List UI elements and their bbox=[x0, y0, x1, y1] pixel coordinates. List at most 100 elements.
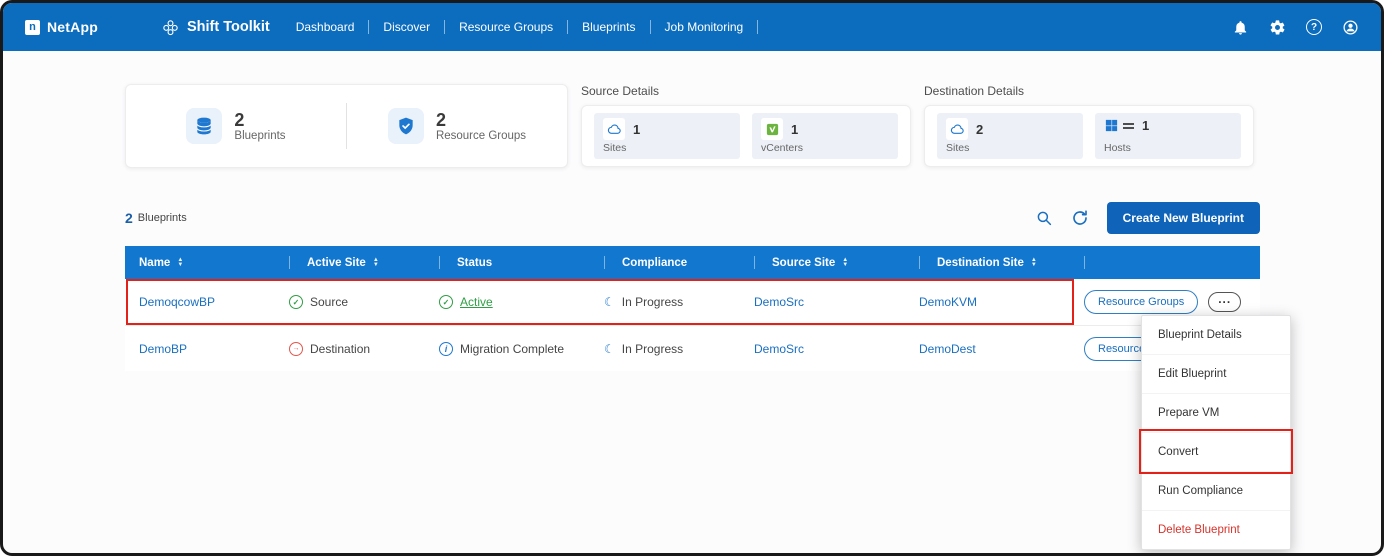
summary-row: 2 Blueprints 2 Resource Groups bbox=[125, 84, 1260, 168]
app-title-text: Shift Toolkit bbox=[187, 19, 270, 35]
app-window: n NetApp Shift Toolkit Dashboard Discove… bbox=[0, 0, 1384, 556]
row-actions-ellipsis-button[interactable]: ... bbox=[1208, 292, 1241, 312]
column-label: Destination Site bbox=[937, 257, 1024, 269]
source-site-link[interactable]: DemoSrc bbox=[754, 342, 804, 356]
cloud-icon bbox=[603, 118, 625, 140]
row-context-menu: Blueprint Details Edit Blueprint Prepare… bbox=[1141, 315, 1291, 550]
resource-groups-label: Resource Groups bbox=[436, 130, 526, 142]
hyperv-text-mark bbox=[1123, 123, 1134, 129]
destination-circle-icon: → bbox=[289, 342, 303, 356]
netapp-logo-icon: n bbox=[25, 20, 40, 35]
destination-site-link[interactable]: DemoDest bbox=[919, 342, 976, 356]
source-vcenters-count: 1 bbox=[791, 122, 798, 137]
source-vcenters-tile: 1 vCenters bbox=[752, 113, 898, 159]
menu-item-blueprint-details[interactable]: Blueprint Details bbox=[1142, 316, 1290, 354]
compliance-value: In Progress bbox=[622, 295, 683, 309]
column-label: Source Site bbox=[772, 257, 835, 269]
column-header-source-site[interactable]: Source Site ▲▼ bbox=[740, 256, 905, 269]
in-progress-icon: ☾ bbox=[604, 295, 615, 309]
active-site-value: Destination bbox=[310, 342, 370, 356]
blueprints-table: Name ▲▼ Active Site ▲▼ Status Compliance bbox=[125, 246, 1260, 371]
bell-icon[interactable] bbox=[1232, 19, 1249, 36]
column-label: Name bbox=[139, 257, 170, 269]
cloud-icon bbox=[946, 118, 968, 140]
source-details-title: Source Details bbox=[581, 84, 911, 98]
account-icon[interactable] bbox=[1342, 19, 1359, 36]
menu-item-edit-blueprint[interactable]: Edit Blueprint bbox=[1142, 354, 1290, 393]
blueprints-count: 2 bbox=[234, 110, 285, 131]
blueprint-name-link[interactable]: DemoBP bbox=[139, 342, 187, 356]
check-circle-icon: ✓ bbox=[439, 295, 453, 309]
destination-details-title: Destination Details bbox=[924, 84, 1254, 98]
table-header: Name ▲▼ Active Site ▲▼ Status Compliance bbox=[125, 246, 1260, 279]
blueprints-stat-icon bbox=[186, 108, 222, 144]
compliance-value: In Progress bbox=[622, 342, 683, 356]
menu-item-convert[interactable]: Convert bbox=[1142, 432, 1290, 471]
column-header-destination-site[interactable]: Destination Site ▲▼ bbox=[905, 256, 1070, 269]
nav-resource-groups[interactable]: Resource Groups bbox=[459, 20, 553, 34]
blueprint-name-link[interactable]: DemoqcowBP bbox=[139, 295, 215, 309]
table-row: DemoqcowBP ✓ Source ✓ Active ☾ In Progre… bbox=[125, 279, 1260, 325]
sort-icon[interactable]: ▲▼ bbox=[373, 258, 379, 267]
column-header-name[interactable]: Name ▲▼ bbox=[125, 257, 275, 269]
destination-hosts-count: 1 bbox=[1142, 118, 1149, 133]
windows-hyperv-icon bbox=[1104, 118, 1134, 133]
nav-discover[interactable]: Discover bbox=[383, 20, 430, 34]
destination-sites-tile: 2 Sites bbox=[937, 113, 1083, 159]
destination-site-link[interactable]: DemoKVM bbox=[919, 295, 977, 309]
nav-actions: ? bbox=[1232, 19, 1359, 36]
menu-item-delete-blueprint[interactable]: Delete Blueprint bbox=[1142, 510, 1290, 549]
active-site-value: Source bbox=[310, 295, 348, 309]
sort-icon[interactable]: ▲▼ bbox=[842, 258, 848, 267]
table-row: DemoBP → Destination i Migration Complet… bbox=[125, 325, 1260, 371]
nav-dashboard[interactable]: Dashboard bbox=[296, 20, 355, 34]
nav-blueprints[interactable]: Blueprints bbox=[582, 20, 635, 34]
create-new-blueprint-button[interactable]: Create New Blueprint bbox=[1107, 202, 1260, 234]
resource-groups-stat: 2 Resource Groups bbox=[347, 108, 567, 144]
blueprints-count-label: Blueprints bbox=[138, 212, 187, 224]
resource-groups-button[interactable]: Resource Groups bbox=[1084, 290, 1198, 314]
nav-divider bbox=[444, 20, 445, 34]
main-nav: Dashboard Discover Resource Groups Bluep… bbox=[296, 20, 759, 34]
nav-divider bbox=[567, 20, 568, 34]
nav-job-monitoring[interactable]: Job Monitoring bbox=[665, 20, 744, 34]
shift-toolkit-icon bbox=[162, 19, 179, 36]
destination-hosts-tile: 1 Hosts bbox=[1095, 113, 1241, 159]
destination-sites-label: Sites bbox=[946, 142, 1074, 154]
stats-card: 2 Blueprints 2 Resource Groups bbox=[125, 84, 568, 168]
source-details: Source Details 1 Sites bbox=[581, 84, 911, 167]
column-label: Active Site bbox=[307, 257, 366, 269]
help-icon[interactable]: ? bbox=[1306, 19, 1322, 35]
blueprints-toolbar: 2 Blueprints Create New Blueprint bbox=[125, 202, 1260, 234]
status-link[interactable]: Active bbox=[460, 295, 493, 309]
menu-item-prepare-vm[interactable]: Prepare VM bbox=[1142, 393, 1290, 432]
status-value: Migration Complete bbox=[460, 342, 564, 356]
source-sites-label: Sites bbox=[603, 142, 731, 154]
column-header-status: Status bbox=[425, 256, 590, 269]
blueprints-count-badge: 2 bbox=[125, 210, 133, 226]
search-icon[interactable] bbox=[1035, 209, 1053, 227]
refresh-icon[interactable] bbox=[1071, 209, 1089, 227]
menu-item-run-compliance[interactable]: Run Compliance bbox=[1142, 471, 1290, 510]
app-title: Shift Toolkit bbox=[162, 19, 270, 36]
nav-divider bbox=[757, 20, 758, 34]
gear-icon[interactable] bbox=[1269, 19, 1286, 36]
destination-details: Destination Details 2 Sites bbox=[924, 84, 1254, 167]
resource-groups-stat-icon bbox=[388, 108, 424, 144]
top-navigation: n NetApp Shift Toolkit Dashboard Discove… bbox=[3, 3, 1381, 51]
source-site-link[interactable]: DemoSrc bbox=[754, 295, 804, 309]
netapp-logo: n NetApp bbox=[25, 19, 98, 35]
blueprints-stat: 2 Blueprints bbox=[126, 108, 346, 144]
source-vcenters-label: vCenters bbox=[761, 142, 889, 154]
column-label: Compliance bbox=[622, 257, 687, 269]
vcenter-icon bbox=[761, 118, 783, 140]
sort-icon[interactable]: ▲▼ bbox=[1031, 258, 1037, 267]
destination-details-card: 2 Sites bbox=[924, 105, 1254, 167]
destination-sites-count: 2 bbox=[976, 122, 983, 137]
in-progress-icon: ☾ bbox=[604, 342, 615, 356]
column-header-active-site[interactable]: Active Site ▲▼ bbox=[275, 256, 425, 269]
blueprints-label: Blueprints bbox=[234, 130, 285, 142]
check-circle-icon: ✓ bbox=[289, 295, 303, 309]
destination-hosts-label: Hosts bbox=[1104, 142, 1232, 154]
sort-icon[interactable]: ▲▼ bbox=[177, 258, 183, 267]
